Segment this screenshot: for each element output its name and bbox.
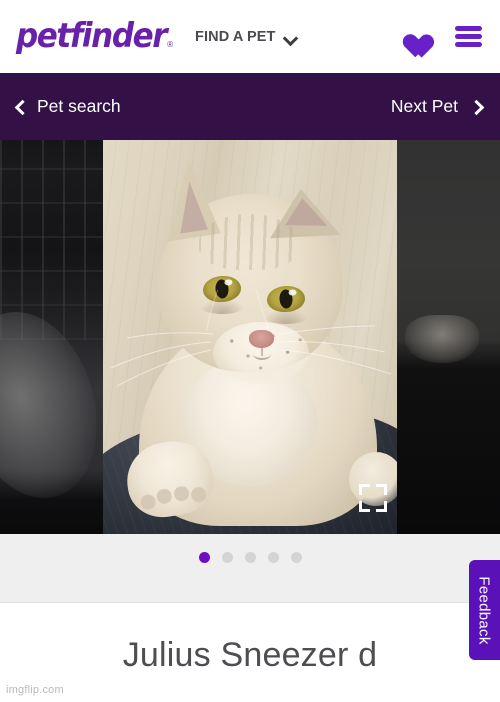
back-to-pet-search-link[interactable]: Pet search: [16, 96, 121, 117]
hamburger-menu-icon[interactable]: [455, 26, 482, 47]
logo-registered-mark: ®: [167, 40, 174, 49]
find-a-pet-menu[interactable]: FIND A PET: [195, 29, 296, 45]
cat-mouth: [253, 348, 271, 360]
carousel-active-photo[interactable]: [103, 140, 397, 534]
petfinder-pet-detail-page: petfinder ® FIND A PET Pet search Next P…: [0, 0, 500, 702]
carousel-dot-2[interactable]: [221, 551, 233, 563]
hamburger-bar: [455, 34, 482, 39]
chevron-down-icon: [284, 33, 297, 41]
hamburger-bar: [455, 26, 482, 31]
site-header: petfinder ® FIND A PET: [0, 0, 500, 73]
carousel-pagination-dots: [0, 534, 500, 603]
next-pet-label: Next Pet: [390, 96, 458, 116]
feedback-label: Feedback: [476, 575, 493, 645]
carousel-next-slide-preview[interactable]: [397, 140, 500, 534]
chevron-right-icon: [470, 102, 480, 112]
carousel-dot-1[interactable]: [198, 551, 210, 563]
expand-corner: [359, 501, 370, 512]
next-pet-link[interactable]: Next Pet: [391, 96, 480, 117]
logo-wordmark: petfinder: [16, 16, 168, 56]
pet-search-label: Pet search: [37, 96, 121, 116]
heart-icon[interactable]: [397, 24, 425, 50]
carousel-dot-3[interactable]: [244, 551, 256, 563]
cat-forehead-markings: [199, 214, 299, 270]
expand-corner: [376, 501, 387, 512]
next-photo-thumbnail: [397, 140, 500, 534]
carousel-dot-4[interactable]: [267, 551, 279, 563]
carousel-previous-slide-preview[interactable]: [0, 140, 103, 534]
carousel-dot-5[interactable]: [290, 551, 302, 563]
chevron-left-icon: [16, 102, 26, 112]
previous-photo-thumbnail: [0, 140, 103, 534]
expand-corner: [359, 484, 370, 495]
header-actions: [397, 24, 482, 50]
pet-detail-header: Julius Sneezer d: [0, 603, 500, 702]
pet-navigation-bar: Pet search Next Pet: [0, 73, 500, 140]
imgflip-watermark: imgflip.com: [6, 684, 64, 696]
hamburger-bar: [455, 42, 482, 47]
pet-name: Julius Sneezer d: [122, 636, 378, 674]
fullscreen-expand-icon[interactable]: [359, 484, 387, 512]
feedback-tab[interactable]: Feedback: [469, 560, 500, 660]
cat-nose: [249, 330, 274, 348]
find-a-pet-label: FIND A PET: [195, 28, 276, 45]
petfinder-logo[interactable]: petfinder ®: [16, 16, 174, 56]
pet-photo-carousel: [0, 140, 500, 534]
expand-corner: [376, 484, 387, 495]
